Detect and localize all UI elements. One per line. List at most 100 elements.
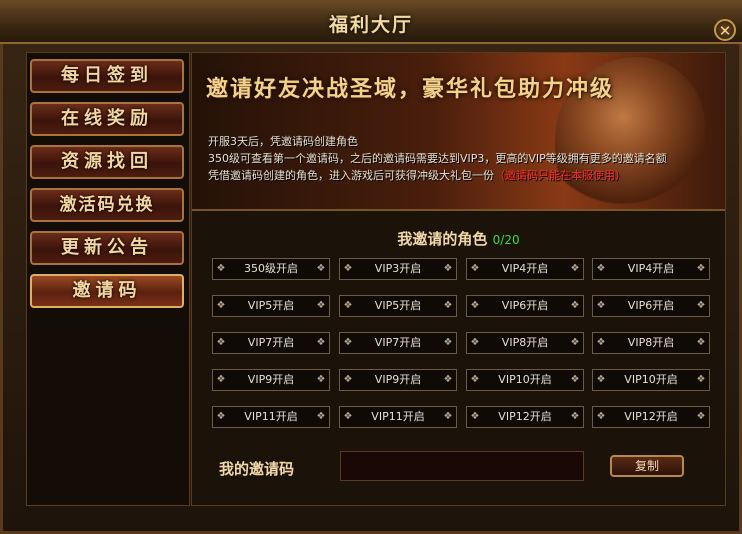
invite-slot: ❖ VIP10开启 ❖ xyxy=(592,369,710,391)
slot-ornament-icon: ❖ xyxy=(443,337,453,348)
invite-slot-label: VIP8开启 xyxy=(501,336,549,349)
slot-ornament-icon: ❖ xyxy=(443,411,453,422)
invite-slot: ❖ VIP4开启 ❖ xyxy=(466,258,584,280)
invite-slot-label: VIP6开启 xyxy=(501,299,549,312)
slot-ornament-icon: ❖ xyxy=(570,337,580,348)
slot-ornament-icon: ❖ xyxy=(443,263,453,274)
slot-ornament-icon: ❖ xyxy=(596,374,606,385)
invite-slot: ❖ VIP4开启 ❖ xyxy=(592,258,710,280)
invites-title: 我邀请的角色 xyxy=(397,230,488,248)
invite-slot-label: VIP12开启 xyxy=(498,410,552,423)
slot-ornament-icon: ❖ xyxy=(696,411,706,422)
invite-slot: ❖ VIP6开启 ❖ xyxy=(592,295,710,317)
invite-slot: ❖ VIP3开启 ❖ xyxy=(339,258,457,280)
slot-ornament-icon: ❖ xyxy=(443,374,453,385)
slot-ornament-icon: ❖ xyxy=(316,411,326,422)
slot-ornament-icon: ❖ xyxy=(696,337,706,348)
invite-slot-label: VIP7开启 xyxy=(374,336,422,349)
slot-ornament-icon: ❖ xyxy=(216,411,226,422)
rule-warning: （邀请码只能在本服使用） xyxy=(494,169,626,182)
slot-ornament-icon: ❖ xyxy=(596,263,606,274)
invite-slot-label: VIP4开启 xyxy=(627,262,675,275)
invite-slot-label: VIP3开启 xyxy=(374,262,422,275)
slot-ornament-icon: ❖ xyxy=(216,374,226,385)
slot-ornament-icon: ❖ xyxy=(470,263,480,274)
slot-ornament-icon: ❖ xyxy=(696,263,706,274)
invite-slot: ❖ VIP6开启 ❖ xyxy=(466,295,584,317)
invite-slot: ❖ VIP9开启 ❖ xyxy=(339,369,457,391)
invite-slot-label: VIP12开启 xyxy=(624,410,678,423)
rule-line-2: 350级可查看第一个邀请码，之后的邀请码需要达到VIP3，更高的VIP等级拥有更… xyxy=(208,152,667,165)
invite-slot-label: VIP7开启 xyxy=(247,336,295,349)
invite-slot: ❖ VIP11开启 ❖ xyxy=(212,406,330,428)
slot-ornament-icon: ❖ xyxy=(470,300,480,311)
invite-slot-label: VIP9开启 xyxy=(247,373,295,386)
sidebar-item-activation-code[interactable]: 激活码兑换 xyxy=(30,188,184,222)
slot-ornament-icon: ❖ xyxy=(570,263,580,274)
slot-ornament-icon: ❖ xyxy=(343,411,353,422)
slot-ornament-icon: ❖ xyxy=(343,300,353,311)
invite-slot-label: VIP11开启 xyxy=(371,410,425,423)
invite-slot-label: VIP6开启 xyxy=(627,299,675,312)
invite-slot: ❖ VIP5开启 ❖ xyxy=(339,295,457,317)
slot-ornament-icon: ❖ xyxy=(216,337,226,348)
title-bar: 福利大厅 xyxy=(0,0,742,44)
slot-ornament-icon: ❖ xyxy=(316,374,326,385)
slot-ornament-icon: ❖ xyxy=(570,374,580,385)
slot-ornament-icon: ❖ xyxy=(696,300,706,311)
invite-slot: ❖ VIP8开启 ❖ xyxy=(466,332,584,354)
invite-slot-label: VIP5开启 xyxy=(247,299,295,312)
sidebar-item-online-reward[interactable]: 在线奖励 xyxy=(30,102,184,136)
banner-headline: 邀请好友决战圣域，豪华礼包助力冲级 xyxy=(206,76,615,102)
invite-slot-label: VIP9开启 xyxy=(374,373,422,386)
invite-slot: ❖ VIP11开启 ❖ xyxy=(339,406,457,428)
sidebar: 每日签到 在线奖励 资源找回 激活码兑换 更新公告 邀请码 xyxy=(26,52,190,506)
rule-line-1: 开服3天后，凭邀请码创建角色 xyxy=(208,135,358,148)
slot-ornament-icon: ❖ xyxy=(316,263,326,274)
sidebar-item-update-notice[interactable]: 更新公告 xyxy=(30,231,184,265)
invite-slot: ❖ VIP10开启 ❖ xyxy=(466,369,584,391)
slot-ornament-icon: ❖ xyxy=(316,337,326,348)
invite-slot-label: VIP4开启 xyxy=(501,262,549,275)
slot-ornament-icon: ❖ xyxy=(216,263,226,274)
invite-slot: ❖ VIP12开启 ❖ xyxy=(592,406,710,428)
my-code-field[interactable] xyxy=(340,451,584,481)
invite-slot-label: VIP10开启 xyxy=(498,373,552,386)
slot-ornament-icon: ❖ xyxy=(216,300,226,311)
slot-ornament-icon: ❖ xyxy=(316,300,326,311)
sidebar-item-invite-code[interactable]: 邀请码 xyxy=(30,274,184,308)
slot-ornament-icon: ❖ xyxy=(596,337,606,348)
rule-line-3: 凭借邀请码创建的角色，进入游戏后可获得冲级大礼包一份（邀请码只能在本服使用） xyxy=(208,169,626,182)
slot-ornament-icon: ❖ xyxy=(443,300,453,311)
invite-slot-label: VIP5开启 xyxy=(374,299,422,312)
slot-ornament-icon: ❖ xyxy=(343,374,353,385)
invite-slot-label: 350级开启 xyxy=(244,262,298,275)
sidebar-item-resource-recovery[interactable]: 资源找回 xyxy=(30,145,184,179)
slot-ornament-icon: ❖ xyxy=(470,374,480,385)
invite-slot: ❖ VIP8开启 ❖ xyxy=(592,332,710,354)
my-code-label: 我的邀请码 xyxy=(219,460,295,478)
slot-ornament-icon: ❖ xyxy=(470,411,480,422)
invite-slot: ❖ VIP5开启 ❖ xyxy=(212,295,330,317)
invite-slot-label: VIP8开启 xyxy=(627,336,675,349)
copy-button[interactable]: 复制 xyxy=(610,455,684,477)
invites-count: 0/20 xyxy=(492,233,520,247)
sidebar-item-daily-signin[interactable]: 每日签到 xyxy=(30,59,184,93)
invite-banner: 邀请好友决战圣域，豪华礼包助力冲级 开服3天后，凭邀请码创建角色 350级可查看… xyxy=(192,53,725,211)
main-panel: 邀请好友决战圣域，豪华礼包助力冲级 开服3天后，凭邀请码创建角色 350级可查看… xyxy=(191,52,726,506)
slot-ornament-icon: ❖ xyxy=(343,263,353,274)
invites-heading: 我邀请的角色 0/20 xyxy=(192,228,725,249)
slot-ornament-icon: ❖ xyxy=(570,300,580,311)
invite-slot-label: VIP10开启 xyxy=(624,373,678,386)
invite-slot: ❖ VIP9开启 ❖ xyxy=(212,369,330,391)
slot-ornament-icon: ❖ xyxy=(343,337,353,348)
slot-ornament-icon: ❖ xyxy=(570,411,580,422)
slot-ornament-icon: ❖ xyxy=(596,300,606,311)
slot-ornament-icon: ❖ xyxy=(696,374,706,385)
invite-slot-label: VIP11开启 xyxy=(244,410,298,423)
invite-slot: ❖ VIP7开启 ❖ xyxy=(339,332,457,354)
slot-ornament-icon: ❖ xyxy=(470,337,480,348)
invite-slot: ❖ VIP12开启 ❖ xyxy=(466,406,584,428)
window-title: 福利大厅 xyxy=(328,14,413,36)
close-icon[interactable]: ✕ xyxy=(714,19,736,41)
